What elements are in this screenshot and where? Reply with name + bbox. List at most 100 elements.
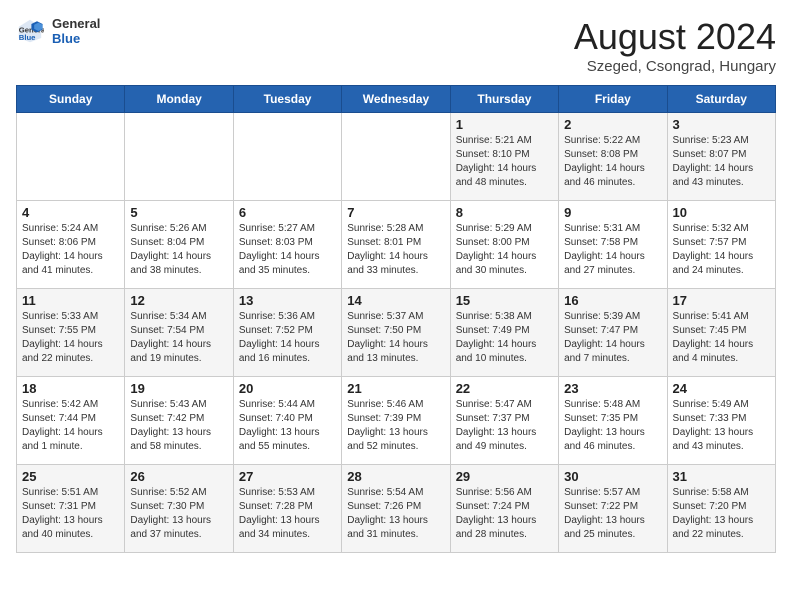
day-cell: 5 Sunrise: 5:26 AM Sunset: 8:04 PM Daylig… [125, 201, 233, 289]
header-day: Monday [125, 86, 233, 113]
day-cell: 10 Sunrise: 5:32 AM Sunset: 7:57 PM Dayli… [667, 201, 775, 289]
header-day: Tuesday [233, 86, 341, 113]
day-number: 3 [673, 117, 770, 132]
day-cell: 26 Sunrise: 5:52 AM Sunset: 7:30 PM Dayli… [125, 465, 233, 553]
day-cell: 28 Sunrise: 5:54 AM Sunset: 7:26 PM Dayli… [342, 465, 450, 553]
day-info: Sunrise: 5:33 AM Sunset: 7:55 PM Dayligh… [22, 310, 119, 366]
day-number: 26 [130, 469, 227, 484]
day-number: 20 [239, 381, 336, 396]
day-info: Sunrise: 5:49 AM Sunset: 7:33 PM Dayligh… [673, 398, 770, 454]
day-number: 5 [130, 205, 227, 220]
day-info: Sunrise: 5:28 AM Sunset: 8:01 PM Dayligh… [347, 222, 444, 278]
day-info: Sunrise: 5:41 AM Sunset: 7:45 PM Dayligh… [673, 310, 770, 366]
day-number: 11 [22, 293, 119, 308]
day-info: Sunrise: 5:58 AM Sunset: 7:20 PM Dayligh… [673, 486, 770, 542]
week-row: 11 Sunrise: 5:33 AM Sunset: 7:55 PM Dayli… [17, 289, 776, 377]
day-cell: 25 Sunrise: 5:51 AM Sunset: 7:31 PM Dayli… [17, 465, 125, 553]
day-cell [342, 113, 450, 201]
day-cell: 9 Sunrise: 5:31 AM Sunset: 7:58 PM Daylig… [559, 201, 667, 289]
day-number: 9 [564, 205, 661, 220]
day-cell: 19 Sunrise: 5:43 AM Sunset: 7:42 PM Dayli… [125, 377, 233, 465]
day-number: 28 [347, 469, 444, 484]
day-number: 29 [456, 469, 553, 484]
day-cell: 3 Sunrise: 5:23 AM Sunset: 8:07 PM Daylig… [667, 113, 775, 201]
day-cell: 21Sunrise: 5:46 AM Sunset: 7:39 PM Dayli… [342, 377, 450, 465]
day-number: 22 [456, 381, 553, 396]
day-info: Sunrise: 5:39 AM Sunset: 7:47 PM Dayligh… [564, 310, 661, 366]
day-info: Sunrise: 5:54 AM Sunset: 7:26 PM Dayligh… [347, 486, 444, 542]
location: Szeged, Csongrad, Hungary [574, 58, 776, 75]
day-number: 6 [239, 205, 336, 220]
day-info: Sunrise: 5:43 AM Sunset: 7:42 PM Dayligh… [130, 398, 227, 454]
day-info: Sunrise: 5:24 AM Sunset: 8:06 PM Dayligh… [22, 222, 119, 278]
day-info: Sunrise: 5:26 AM Sunset: 8:04 PM Dayligh… [130, 222, 227, 278]
week-row: 4 Sunrise: 5:24 AM Sunset: 8:06 PM Daylig… [17, 201, 776, 289]
day-number: 14 [347, 293, 444, 308]
day-cell: 2Sunrise: 5:22 AM Sunset: 8:08 PM Daylig… [559, 113, 667, 201]
title-block: August 2024 Szeged, Csongrad, Hungary [574, 16, 776, 75]
day-cell: 12Sunrise: 5:34 AM Sunset: 7:54 PM Dayli… [125, 289, 233, 377]
day-number: 27 [239, 469, 336, 484]
day-info: Sunrise: 5:29 AM Sunset: 8:00 PM Dayligh… [456, 222, 553, 278]
day-number: 1 [456, 117, 553, 132]
day-info: Sunrise: 5:37 AM Sunset: 7:50 PM Dayligh… [347, 310, 444, 366]
day-number: 8 [456, 205, 553, 220]
week-row: 25 Sunrise: 5:51 AM Sunset: 7:31 PM Dayli… [17, 465, 776, 553]
week-row: 1 Sunrise: 5:21 AM Sunset: 8:10 PM Daylig… [17, 113, 776, 201]
day-cell [125, 113, 233, 201]
day-cell: 7Sunrise: 5:28 AM Sunset: 8:01 PM Daylig… [342, 201, 450, 289]
day-cell: 18Sunrise: 5:42 AM Sunset: 7:44 PM Dayli… [17, 377, 125, 465]
day-info: Sunrise: 5:56 AM Sunset: 7:24 PM Dayligh… [456, 486, 553, 542]
day-number: 15 [456, 293, 553, 308]
page-header: General Blue General Blue August 2024 Sz… [16, 16, 776, 75]
logo-general: General [52, 16, 100, 31]
day-cell: 8 Sunrise: 5:29 AM Sunset: 8:00 PM Daylig… [450, 201, 558, 289]
day-cell [17, 113, 125, 201]
day-info: Sunrise: 5:44 AM Sunset: 7:40 PM Dayligh… [239, 398, 336, 454]
day-info: Sunrise: 5:48 AM Sunset: 7:35 PM Dayligh… [564, 398, 661, 454]
day-cell: 15 Sunrise: 5:38 AM Sunset: 7:49 PM Dayli… [450, 289, 558, 377]
day-cell: 31 Sunrise: 5:58 AM Sunset: 7:20 PM Dayli… [667, 465, 775, 553]
day-number: 16 [564, 293, 661, 308]
header-day: Sunday [17, 86, 125, 113]
day-number: 19 [130, 381, 227, 396]
logo: General Blue General Blue [16, 16, 100, 46]
day-cell: 30 Sunrise: 5:57 AM Sunset: 7:22 PM Dayli… [559, 465, 667, 553]
logo-blue: Blue [52, 31, 100, 46]
day-info: Sunrise: 5:21 AM Sunset: 8:10 PM Dayligh… [456, 134, 553, 190]
day-cell: 13Sunrise: 5:36 AM Sunset: 7:52 PM Dayli… [233, 289, 341, 377]
day-number: 31 [673, 469, 770, 484]
day-info: Sunrise: 5:38 AM Sunset: 7:49 PM Dayligh… [456, 310, 553, 366]
day-number: 13 [239, 293, 336, 308]
day-number: 10 [673, 205, 770, 220]
day-info: Sunrise: 5:57 AM Sunset: 7:22 PM Dayligh… [564, 486, 661, 542]
day-info: Sunrise: 5:22 AM Sunset: 8:08 PM Dayligh… [564, 134, 661, 190]
day-number: 30 [564, 469, 661, 484]
header-day: Saturday [667, 86, 775, 113]
day-number: 12 [130, 293, 227, 308]
day-cell: 1 Sunrise: 5:21 AM Sunset: 8:10 PM Daylig… [450, 113, 558, 201]
day-cell: 6Sunrise: 5:27 AM Sunset: 8:03 PM Daylig… [233, 201, 341, 289]
day-number: 23 [564, 381, 661, 396]
day-cell: 22 Sunrise: 5:47 AM Sunset: 7:37 PM Dayli… [450, 377, 558, 465]
day-info: Sunrise: 5:51 AM Sunset: 7:31 PM Dayligh… [22, 486, 119, 542]
day-cell: 20 Sunrise: 5:44 AM Sunset: 7:40 PM Dayli… [233, 377, 341, 465]
day-cell: 23 Sunrise: 5:48 AM Sunset: 7:35 PM Dayli… [559, 377, 667, 465]
day-info: Sunrise: 5:42 AM Sunset: 7:44 PM Dayligh… [22, 398, 119, 454]
day-cell: 11 Sunrise: 5:33 AM Sunset: 7:55 PM Dayli… [17, 289, 125, 377]
calendar-table: SundayMondayTuesdayWednesdayThursdayFrid… [16, 85, 776, 553]
svg-text:Blue: Blue [19, 33, 36, 42]
month-year: August 2024 [574, 16, 776, 58]
day-info: Sunrise: 5:31 AM Sunset: 7:58 PM Dayligh… [564, 222, 661, 278]
day-info: Sunrise: 5:47 AM Sunset: 7:37 PM Dayligh… [456, 398, 553, 454]
day-cell: 27 Sunrise: 5:53 AM Sunset: 7:28 PM Dayli… [233, 465, 341, 553]
logo-icon: General Blue [16, 17, 44, 45]
day-number: 21 [347, 381, 444, 396]
day-number: 25 [22, 469, 119, 484]
day-number: 4 [22, 205, 119, 220]
day-info: Sunrise: 5:53 AM Sunset: 7:28 PM Dayligh… [239, 486, 336, 542]
header-day: Wednesday [342, 86, 450, 113]
day-info: Sunrise: 5:23 AM Sunset: 8:07 PM Dayligh… [673, 134, 770, 190]
day-info: Sunrise: 5:32 AM Sunset: 7:57 PM Dayligh… [673, 222, 770, 278]
day-info: Sunrise: 5:52 AM Sunset: 7:30 PM Dayligh… [130, 486, 227, 542]
